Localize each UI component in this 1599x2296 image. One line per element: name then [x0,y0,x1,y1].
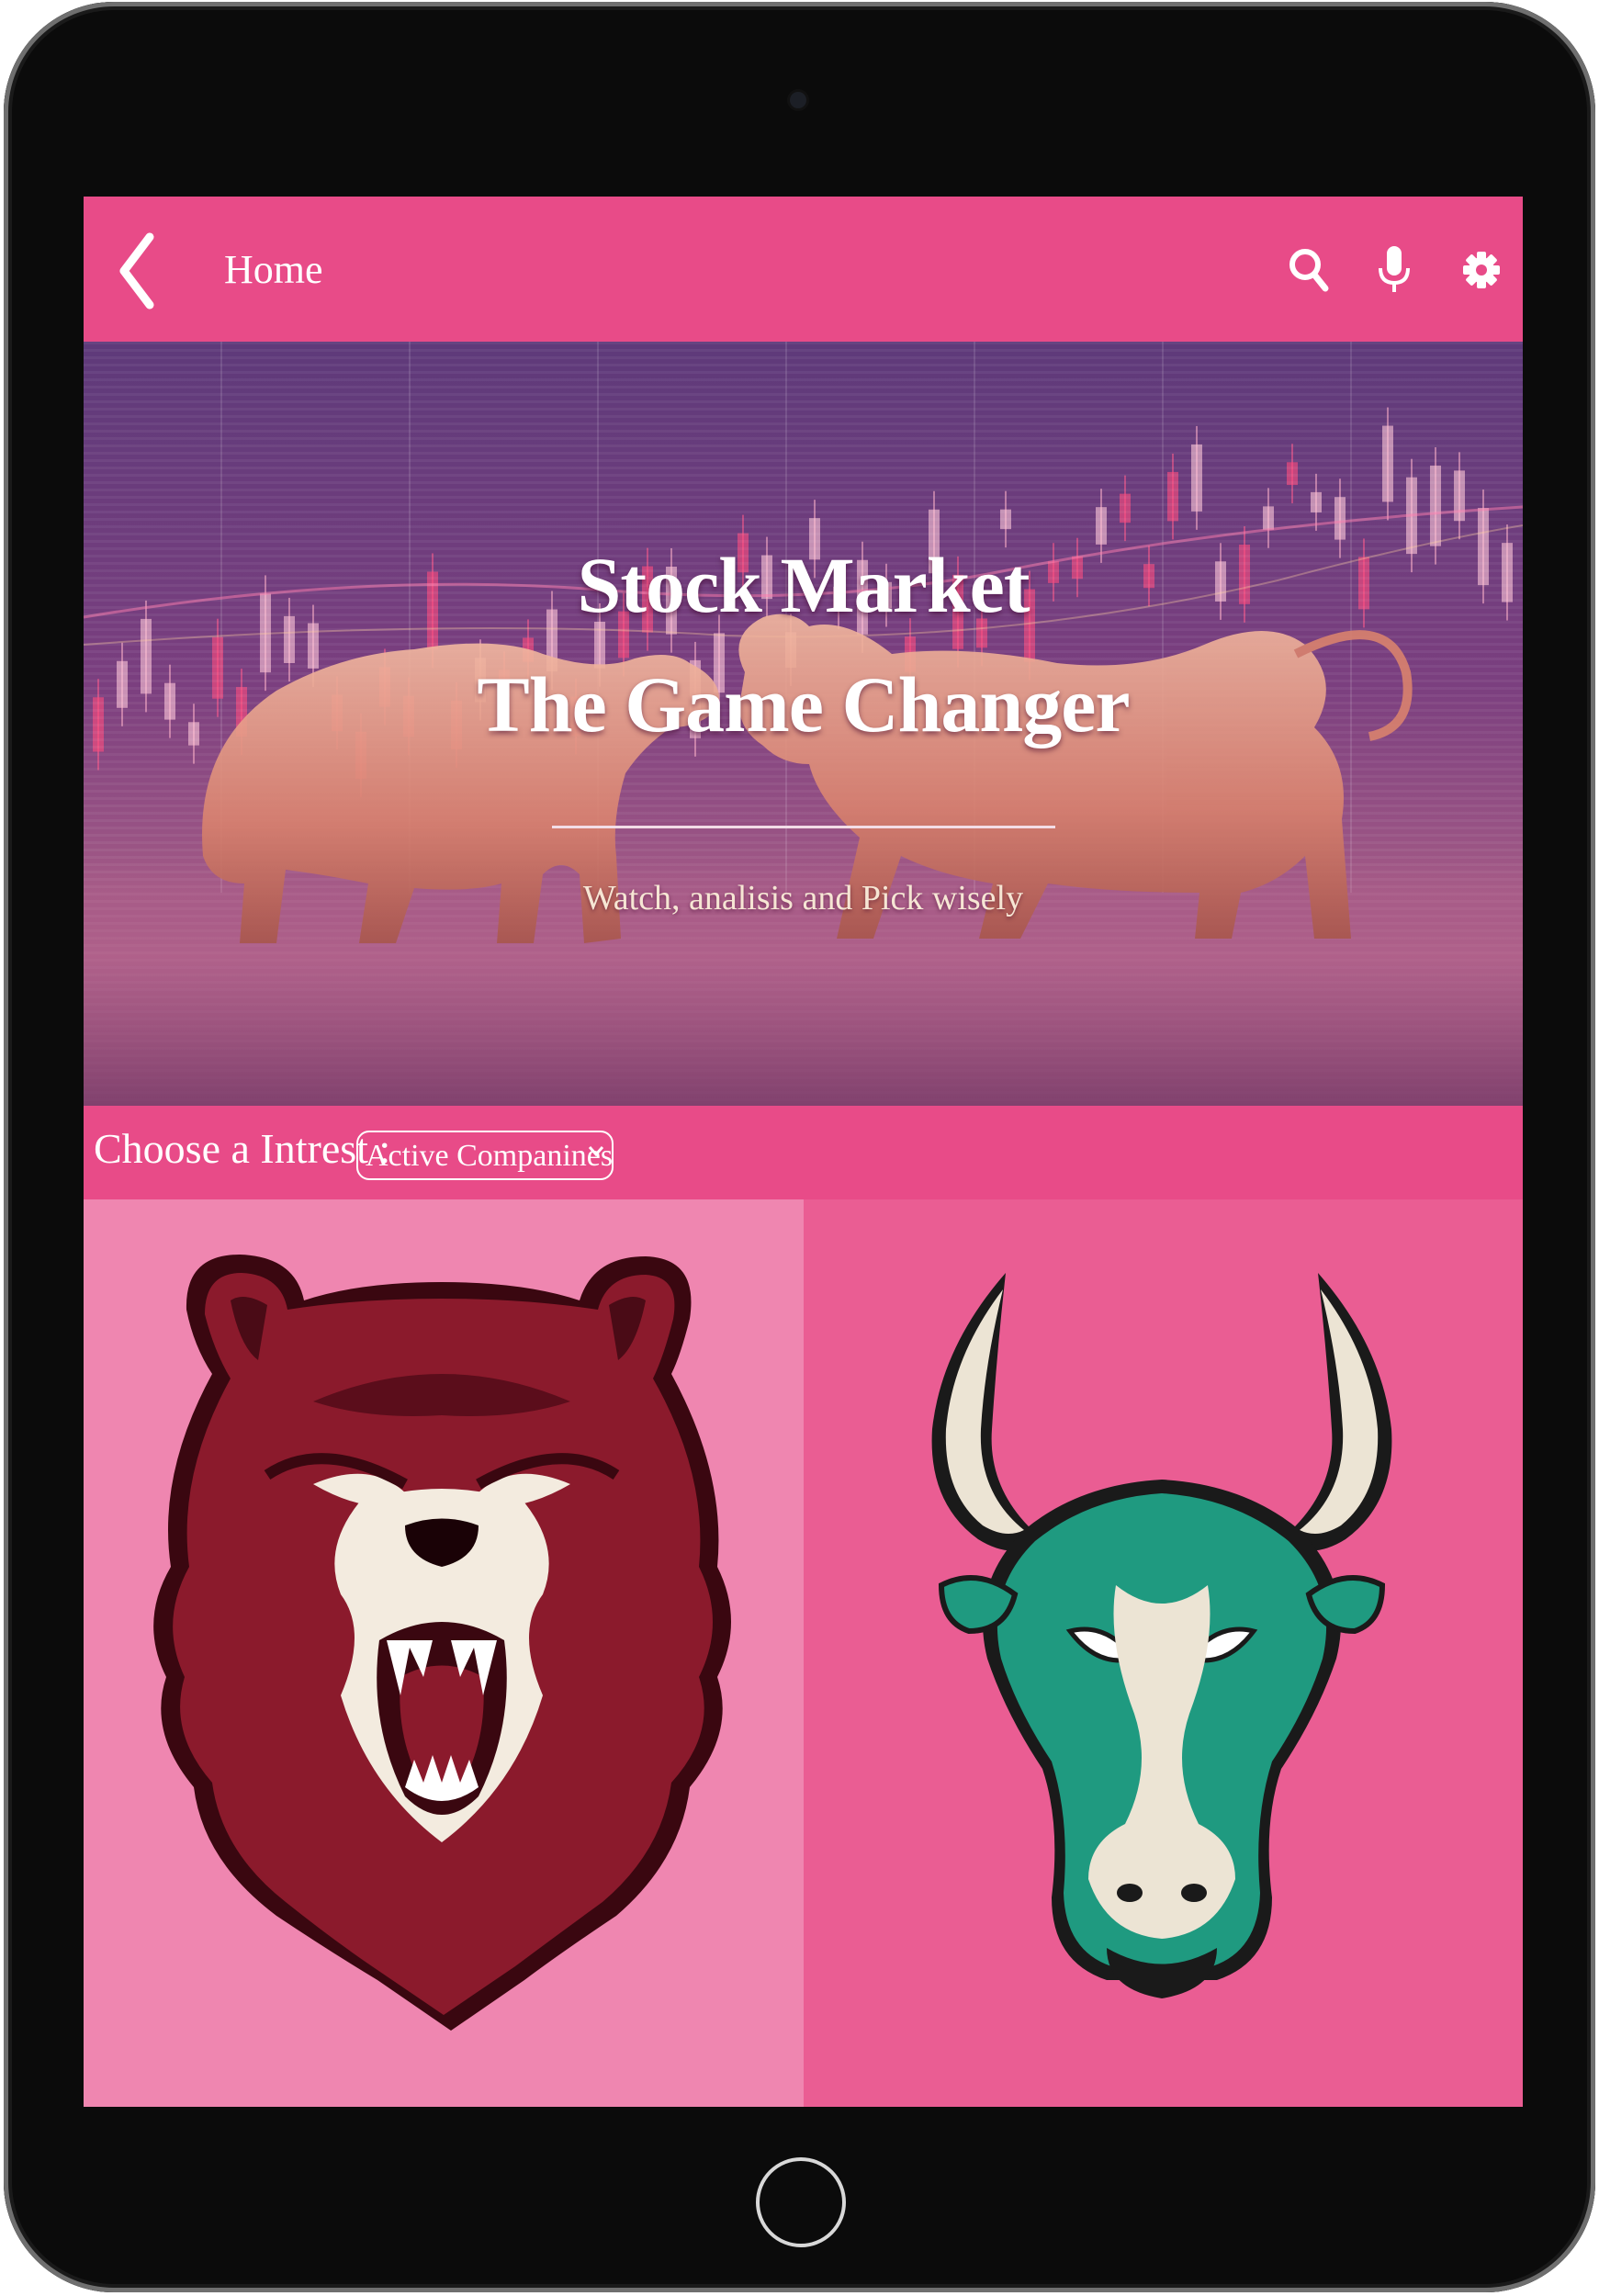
bull-market-card[interactable] [804,1199,1523,2107]
voice-search-button[interactable] [1371,242,1417,298]
bull-mascot-icon [931,1273,1392,1998]
interest-select-value: Active Companines [366,1139,614,1173]
bear-market-card[interactable] [84,1199,804,2107]
hero-subtitle: Watch, analisis and Pick wisely [582,879,1024,917]
page-title: Home [224,247,323,292]
interest-row: Choose a Intrest : Active Companines [84,1106,1523,1199]
search-icon [1289,249,1329,292]
chevron-down-icon [588,1146,604,1157]
microphone-icon [1379,246,1410,292]
settings-button[interactable] [1458,242,1504,298]
bear-mascot-icon [153,1255,732,2031]
hero-title-line1: Stock Market [577,541,1030,629]
app-bar: Home [84,197,1523,342]
hero-title-line2: The Game Changer [477,660,1130,748]
hero-divider [552,826,1055,828]
back-chevron-icon [119,232,154,310]
interest-select[interactable]: Active Companines [356,1131,614,1180]
hero-banner: Stock Market The Game Changer Watch, ana… [84,342,1523,1106]
app-screen: Home Stock Market The Game Changer Watch… [84,197,1523,2107]
front-camera [790,92,806,108]
tablet-frame: Home Stock Market The Game Changer Watch… [4,2,1595,2292]
home-button[interactable] [756,2157,846,2247]
interest-label: Choose a Intrest : [94,1125,391,1172]
back-button[interactable] [115,231,161,310]
search-button[interactable] [1287,242,1333,298]
settings-gear-icon [1463,252,1500,288]
